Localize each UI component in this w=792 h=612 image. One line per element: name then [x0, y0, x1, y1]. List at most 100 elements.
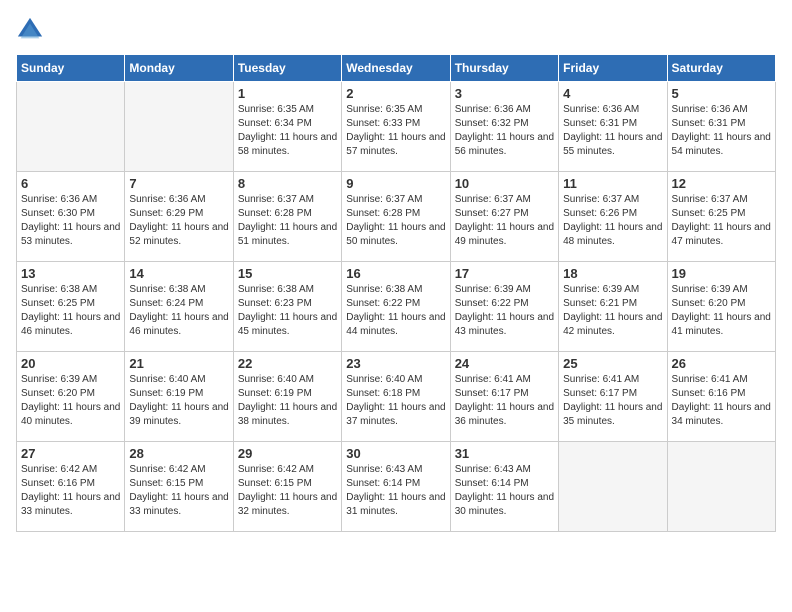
calendar-cell — [17, 82, 125, 172]
column-header-wednesday: Wednesday — [342, 55, 450, 82]
day-info: Sunrise: 6:36 AMSunset: 6:30 PMDaylight:… — [21, 193, 120, 249]
column-header-friday: Friday — [559, 55, 667, 82]
calendar-cell: 15 Sunrise: 6:38 AMSunset: 6:23 PMDayligh… — [233, 262, 341, 352]
day-info: Sunrise: 6:42 AMSunset: 6:16 PMDaylight:… — [21, 463, 120, 519]
calendar-cell: 26 Sunrise: 6:41 AMSunset: 6:16 PMDayligh… — [667, 352, 775, 442]
calendar-cell: 29 Sunrise: 6:42 AMSunset: 6:15 PMDayligh… — [233, 442, 341, 532]
day-number: 1 — [238, 86, 337, 101]
calendar-cell: 18 Sunrise: 6:39 AMSunset: 6:21 PMDayligh… — [559, 262, 667, 352]
day-info: Sunrise: 6:38 AMSunset: 6:24 PMDaylight:… — [129, 283, 228, 339]
day-number: 22 — [238, 356, 337, 371]
calendar-cell: 11Sunrise: 6:37 AMSunset: 6:26 PMDayligh… — [559, 172, 667, 262]
day-number: 7 — [129, 176, 228, 191]
day-info: Sunrise: 6:43 AMSunset: 6:14 PMDaylight:… — [346, 463, 445, 519]
page-header — [16, 16, 776, 44]
calendar-cell: 14 Sunrise: 6:38 AMSunset: 6:24 PMDayligh… — [125, 262, 233, 352]
day-info: Sunrise: 6:38 AMSunset: 6:22 PMDaylight:… — [346, 283, 445, 339]
calendar-cell: 9 Sunrise: 6:37 AMSunset: 6:28 PMDaylight… — [342, 172, 450, 262]
day-info: Sunrise: 6:35 AMSunset: 6:34 PMDaylight:… — [238, 103, 337, 159]
week-row-1: 1 Sunrise: 6:35 AMSunset: 6:34 PMDaylight… — [17, 82, 776, 172]
day-number: 27 — [21, 446, 120, 461]
calendar-cell: 27 Sunrise: 6:42 AMSunset: 6:16 PMDayligh… — [17, 442, 125, 532]
column-header-saturday: Saturday — [667, 55, 775, 82]
day-number: 15 — [238, 266, 337, 281]
day-info: Sunrise: 6:39 AMSunset: 6:20 PMDaylight:… — [672, 283, 771, 339]
day-info: Sunrise: 6:36 AMSunset: 6:31 PMDaylight:… — [672, 103, 771, 159]
day-info: Sunrise: 6:40 AMSunset: 6:19 PMDaylight:… — [238, 373, 337, 429]
day-number: 14 — [129, 266, 228, 281]
day-number: 20 — [21, 356, 120, 371]
day-number: 21 — [129, 356, 228, 371]
week-row-3: 13 Sunrise: 6:38 AMSunset: 6:25 PMDayligh… — [17, 262, 776, 352]
day-number: 2 — [346, 86, 445, 101]
day-number: 11 — [563, 176, 662, 191]
day-number: 5 — [672, 86, 771, 101]
day-info: Sunrise: 6:43 AMSunset: 6:14 PMDaylight:… — [455, 463, 554, 519]
day-info: Sunrise: 6:39 AMSunset: 6:21 PMDaylight:… — [563, 283, 662, 339]
day-info: Sunrise: 6:37 AMSunset: 6:25 PMDaylight:… — [672, 193, 771, 249]
day-number: 29 — [238, 446, 337, 461]
calendar-cell: 23Sunrise: 6:40 AMSunset: 6:18 PMDayligh… — [342, 352, 450, 442]
day-number: 9 — [346, 176, 445, 191]
logo-icon — [16, 16, 44, 44]
calendar-cell: 5 Sunrise: 6:36 AMSunset: 6:31 PMDaylight… — [667, 82, 775, 172]
calendar-cell: 19 Sunrise: 6:39 AMSunset: 6:20 PMDayligh… — [667, 262, 775, 352]
column-header-sunday: Sunday — [17, 55, 125, 82]
day-number: 26 — [672, 356, 771, 371]
calendar-cell: 17 Sunrise: 6:39 AMSunset: 6:22 PMDayligh… — [450, 262, 558, 352]
logo — [16, 16, 48, 44]
day-number: 30 — [346, 446, 445, 461]
calendar-table: SundayMondayTuesdayWednesdayThursdayFrid… — [16, 54, 776, 532]
calendar-cell: 21Sunrise: 6:40 AMSunset: 6:19 PMDayligh… — [125, 352, 233, 442]
day-number: 4 — [563, 86, 662, 101]
calendar-cell: 12 Sunrise: 6:37 AMSunset: 6:25 PMDayligh… — [667, 172, 775, 262]
day-number: 12 — [672, 176, 771, 191]
calendar-cell: 16Sunrise: 6:38 AMSunset: 6:22 PMDayligh… — [342, 262, 450, 352]
calendar-cell: 7 Sunrise: 6:36 AMSunset: 6:29 PMDaylight… — [125, 172, 233, 262]
day-number: 8 — [238, 176, 337, 191]
day-info: Sunrise: 6:42 AMSunset: 6:15 PMDaylight:… — [129, 463, 228, 519]
calendar-cell: 6Sunrise: 6:36 AMSunset: 6:30 PMDaylight… — [17, 172, 125, 262]
week-row-2: 6Sunrise: 6:36 AMSunset: 6:30 PMDaylight… — [17, 172, 776, 262]
day-info: Sunrise: 6:42 AMSunset: 6:15 PMDaylight:… — [238, 463, 337, 519]
calendar-cell: 10 Sunrise: 6:37 AMSunset: 6:27 PMDayligh… — [450, 172, 558, 262]
calendar-cell: 28Sunrise: 6:42 AMSunset: 6:15 PMDayligh… — [125, 442, 233, 532]
day-number: 25 — [563, 356, 662, 371]
calendar-cell: 13 Sunrise: 6:38 AMSunset: 6:25 PMDayligh… — [17, 262, 125, 352]
day-info: Sunrise: 6:38 AMSunset: 6:23 PMDaylight:… — [238, 283, 337, 339]
calendar-cell: 8 Sunrise: 6:37 AMSunset: 6:28 PMDaylight… — [233, 172, 341, 262]
calendar-cell: 4 Sunrise: 6:36 AMSunset: 6:31 PMDaylight… — [559, 82, 667, 172]
day-info: Sunrise: 6:40 AMSunset: 6:18 PMDaylight:… — [346, 373, 445, 429]
day-info: Sunrise: 6:36 AMSunset: 6:29 PMDaylight:… — [129, 193, 228, 249]
calendar-cell: 24Sunrise: 6:41 AMSunset: 6:17 PMDayligh… — [450, 352, 558, 442]
calendar-cell: 25Sunrise: 6:41 AMSunset: 6:17 PMDayligh… — [559, 352, 667, 442]
day-info: Sunrise: 6:36 AMSunset: 6:32 PMDaylight:… — [455, 103, 554, 159]
day-info: Sunrise: 6:39 AMSunset: 6:20 PMDaylight:… — [21, 373, 120, 429]
day-number: 3 — [455, 86, 554, 101]
day-info: Sunrise: 6:41 AMSunset: 6:16 PMDaylight:… — [672, 373, 771, 429]
day-info: Sunrise: 6:39 AMSunset: 6:22 PMDaylight:… — [455, 283, 554, 339]
week-row-4: 20 Sunrise: 6:39 AMSunset: 6:20 PMDayligh… — [17, 352, 776, 442]
column-header-monday: Monday — [125, 55, 233, 82]
day-info: Sunrise: 6:37 AMSunset: 6:27 PMDaylight:… — [455, 193, 554, 249]
column-header-thursday: Thursday — [450, 55, 558, 82]
day-number: 10 — [455, 176, 554, 191]
day-info: Sunrise: 6:41 AMSunset: 6:17 PMDaylight:… — [455, 373, 554, 429]
calendar-cell: 31 Sunrise: 6:43 AMSunset: 6:14 PMDayligh… — [450, 442, 558, 532]
day-info: Sunrise: 6:38 AMSunset: 6:25 PMDaylight:… — [21, 283, 120, 339]
day-number: 13 — [21, 266, 120, 281]
day-number: 17 — [455, 266, 554, 281]
day-number: 19 — [672, 266, 771, 281]
day-info: Sunrise: 6:36 AMSunset: 6:31 PMDaylight:… — [563, 103, 662, 159]
day-number: 31 — [455, 446, 554, 461]
calendar-cell: 3 Sunrise: 6:36 AMSunset: 6:32 PMDaylight… — [450, 82, 558, 172]
calendar-cell — [125, 82, 233, 172]
calendar-cell: 2 Sunrise: 6:35 AMSunset: 6:33 PMDaylight… — [342, 82, 450, 172]
day-info: Sunrise: 6:35 AMSunset: 6:33 PMDaylight:… — [346, 103, 445, 159]
column-header-tuesday: Tuesday — [233, 55, 341, 82]
day-info: Sunrise: 6:37 AMSunset: 6:28 PMDaylight:… — [346, 193, 445, 249]
day-info: Sunrise: 6:37 AMSunset: 6:28 PMDaylight:… — [238, 193, 337, 249]
calendar-cell: 20 Sunrise: 6:39 AMSunset: 6:20 PMDayligh… — [17, 352, 125, 442]
day-number: 18 — [563, 266, 662, 281]
calendar-cell: 1 Sunrise: 6:35 AMSunset: 6:34 PMDaylight… — [233, 82, 341, 172]
